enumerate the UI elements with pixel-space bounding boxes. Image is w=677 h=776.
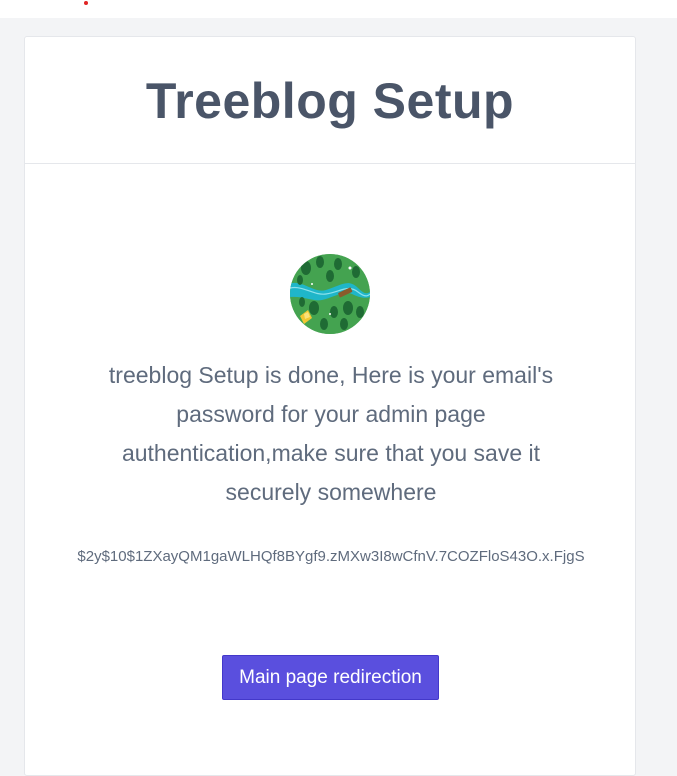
forest-river-logo-icon (290, 254, 370, 334)
red-dot-marker (84, 1, 88, 5)
setup-complete-message: treeblog Setup is done, Here is your ema… (108, 362, 554, 505)
admin-password-hash: $2y$10$1ZXayQM1gaWLHQf8BYgf9.zMXw3I8wCfn… (77, 548, 585, 565)
main-page-redirect-button[interactable]: Main page redirection (222, 655, 439, 700)
card-header: Treeblog Setup (25, 37, 635, 164)
browser-top-strip (0, 0, 677, 18)
page-title: Treeblog Setup (145, 73, 515, 129)
setup-card: Treeblog Setup treeblog Setup is done, H… (24, 36, 636, 776)
